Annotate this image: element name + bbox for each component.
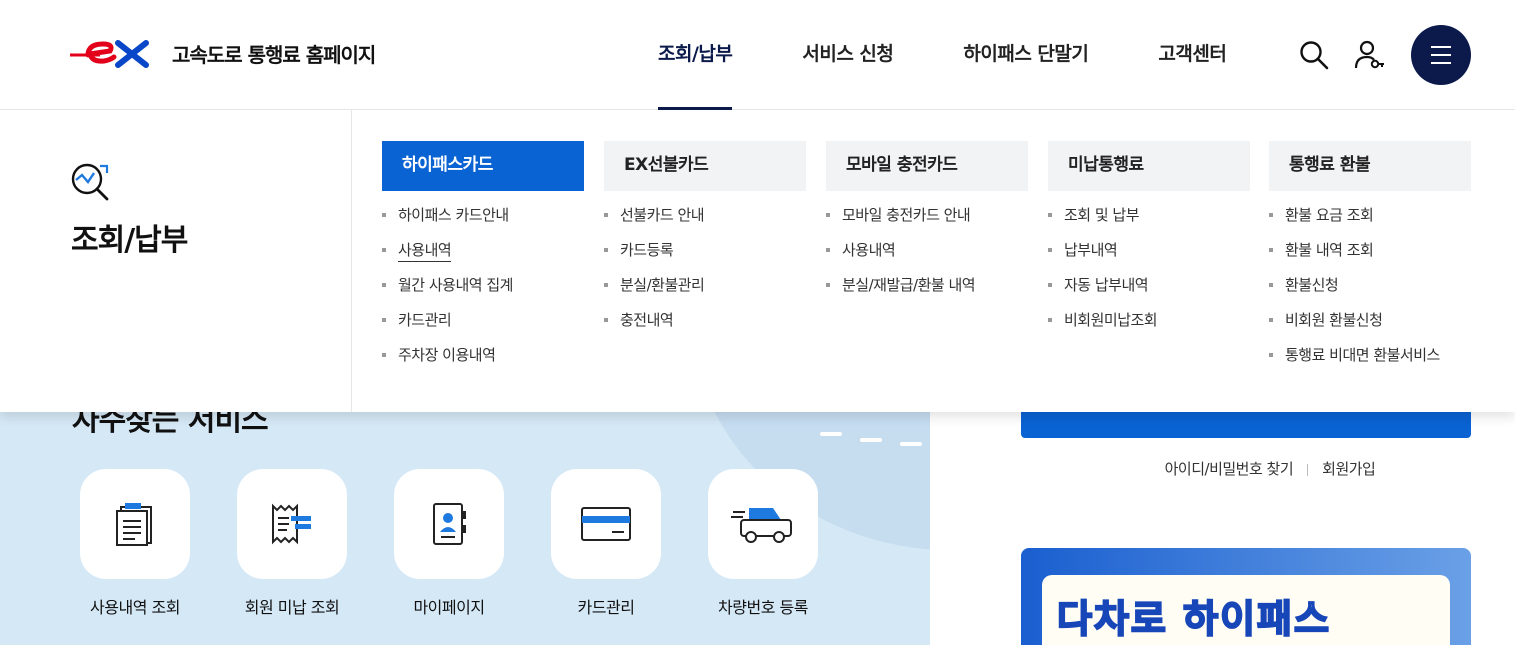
link-divider	[1307, 463, 1309, 476]
ex-logo-icon	[70, 40, 149, 68]
menu-heading-hipass-card[interactable]: 하이패스카드	[382, 141, 584, 191]
menu-item[interactable]: 조회 및 납부	[1048, 205, 1250, 240]
nav-inquiry-payment[interactable]: 조회/납부	[658, 0, 733, 110]
menu-column-ex-prepaid-card: EX선불카드 선불카드 안내 카드등록 분실/환불관리 충전내역	[604, 141, 806, 345]
road-dash	[820, 432, 842, 436]
service-card-management[interactable]: 카드관리	[551, 469, 661, 618]
hamburger-line	[1431, 62, 1451, 64]
menu-item[interactable]: 환불신청	[1269, 275, 1471, 310]
menu-item[interactable]: 자동 납부내역	[1048, 275, 1250, 310]
service-unpaid-check[interactable]: 회원 미납 조회	[237, 469, 347, 618]
menu-item[interactable]: 통행료 비대면 환불서비스	[1269, 345, 1471, 380]
nav-customer-center[interactable]: 고객센터	[1158, 0, 1226, 110]
search-icon[interactable]	[1298, 39, 1330, 71]
menu-item[interactable]: 충전내역	[604, 310, 806, 345]
service-label: 마이페이지	[413, 598, 485, 617]
menu-item[interactable]: 분실/재발급/환불 내역	[826, 275, 1028, 310]
signup-link[interactable]: 회원가입	[1322, 460, 1376, 478]
menu-heading-mobile-card[interactable]: 모바일 충전카드	[826, 141, 1028, 191]
promo-banner[interactable]: 다차로 하이패스	[1021, 548, 1471, 645]
menu-item-active[interactable]: 사용내역	[382, 240, 584, 275]
site-header: 고속도로 통행료 홈페이지 조회/납부 서비스 신청 하이패스 단말기 고객센터	[0, 0, 1515, 110]
logo-text: 고속도로 통행료 홈페이지	[172, 42, 376, 67]
hamburger-line	[1431, 54, 1451, 56]
menu-heading-ex-prepaid-card[interactable]: EX선불카드	[604, 141, 806, 191]
menu-item[interactable]: 카드등록	[604, 240, 806, 275]
user-key-icon[interactable]	[1353, 39, 1385, 71]
nav-service-apply[interactable]: 서비스 신청	[802, 0, 894, 110]
menu-column-unpaid-toll: 미납통행료 조회 및 납부 납부내역 자동 납부내역 비회원미납조회	[1048, 141, 1250, 345]
menu-item[interactable]: 모바일 충전카드 안내	[826, 205, 1028, 240]
service-vehicle-register[interactable]: 차량번호 등록	[708, 469, 818, 618]
search-chart-icon	[71, 163, 109, 201]
service-label: 카드관리	[577, 598, 635, 617]
menu-item[interactable]: 월간 사용내역 집계	[382, 275, 584, 310]
road-dash	[860, 438, 882, 442]
menu-column-mobile-card: 모바일 충전카드 모바일 충전카드 안내 사용내역 분실/재발급/환불 내역	[826, 141, 1028, 310]
credit-card-icon	[551, 469, 661, 579]
services-list: 사용내역 조회 회원 미납 조회 마이페이지 카드관리 차량번호 등록	[80, 469, 818, 618]
menu-item[interactable]: 선불카드 안내	[604, 205, 806, 240]
menu-column-hipass-card: 하이패스카드 하이패스 카드안내 사용내역 월간 사용내역 집계 카드관리 주차…	[382, 141, 584, 380]
main-navigation: 조회/납부 서비스 신청 하이패스 단말기 고객센터	[658, 0, 1296, 110]
menu-item[interactable]: 하이패스 카드안내	[382, 205, 584, 240]
service-label: 차량번호 등록	[718, 598, 808, 617]
document-list-icon	[80, 469, 190, 579]
menu-column-toll-refund: 통행료 환불 환불 요금 조회 환불 내역 조회 환불신청 비회원 환불신청 통…	[1269, 141, 1471, 380]
menu-item[interactable]: 비회원 환불신청	[1269, 310, 1471, 345]
find-id-password-link[interactable]: 아이디/비밀번호 찾기	[1165, 460, 1294, 478]
car-icon	[708, 469, 818, 579]
nav-hipass-terminal[interactable]: 하이패스 단말기	[963, 0, 1088, 110]
menu-heading-toll-refund[interactable]: 통행료 환불	[1269, 141, 1471, 191]
service-label: 사용내역 조회	[90, 598, 180, 617]
banner-text: 다차로 하이패스	[1056, 596, 1331, 642]
menu-item[interactable]: 사용내역	[826, 240, 1028, 275]
mega-menu: 조회/납부 하이패스카드 하이패스 카드안내 사용내역 월간 사용내역 집계 카…	[0, 110, 1515, 412]
menu-item[interactable]: 납부내역	[1048, 240, 1250, 275]
login-links: 아이디/비밀번호 찾기 회원가입	[930, 458, 1515, 479]
mega-menu-title: 조회/납부	[71, 223, 188, 258]
menu-heading-unpaid-toll[interactable]: 미납통행료	[1048, 141, 1250, 191]
service-mypage[interactable]: 마이페이지	[394, 469, 504, 618]
banner-card: 다차로 하이패스	[1042, 575, 1450, 645]
menu-item[interactable]: 카드관리	[382, 310, 584, 345]
menu-item-label: 사용내역	[398, 241, 452, 262]
hamburger-line	[1431, 46, 1451, 48]
hamburger-menu-button[interactable]	[1411, 25, 1471, 85]
menu-item[interactable]: 환불 내역 조회	[1269, 240, 1471, 275]
mega-menu-side: 조회/납부	[0, 110, 352, 412]
contact-book-icon	[394, 469, 504, 579]
service-label: 회원 미납 조회	[244, 598, 340, 617]
menu-item[interactable]: 비회원미납조회	[1048, 310, 1250, 345]
menu-item[interactable]: 주차장 이용내역	[382, 345, 584, 380]
menu-item[interactable]: 분실/환불관리	[604, 275, 806, 310]
receipt-icon	[237, 469, 347, 579]
road-dash	[900, 442, 922, 446]
menu-item[interactable]: 환불 요금 조회	[1269, 205, 1471, 240]
site-logo[interactable]: 고속도로 통행료 홈페이지	[70, 38, 376, 68]
service-usage-history[interactable]: 사용내역 조회	[80, 469, 190, 618]
